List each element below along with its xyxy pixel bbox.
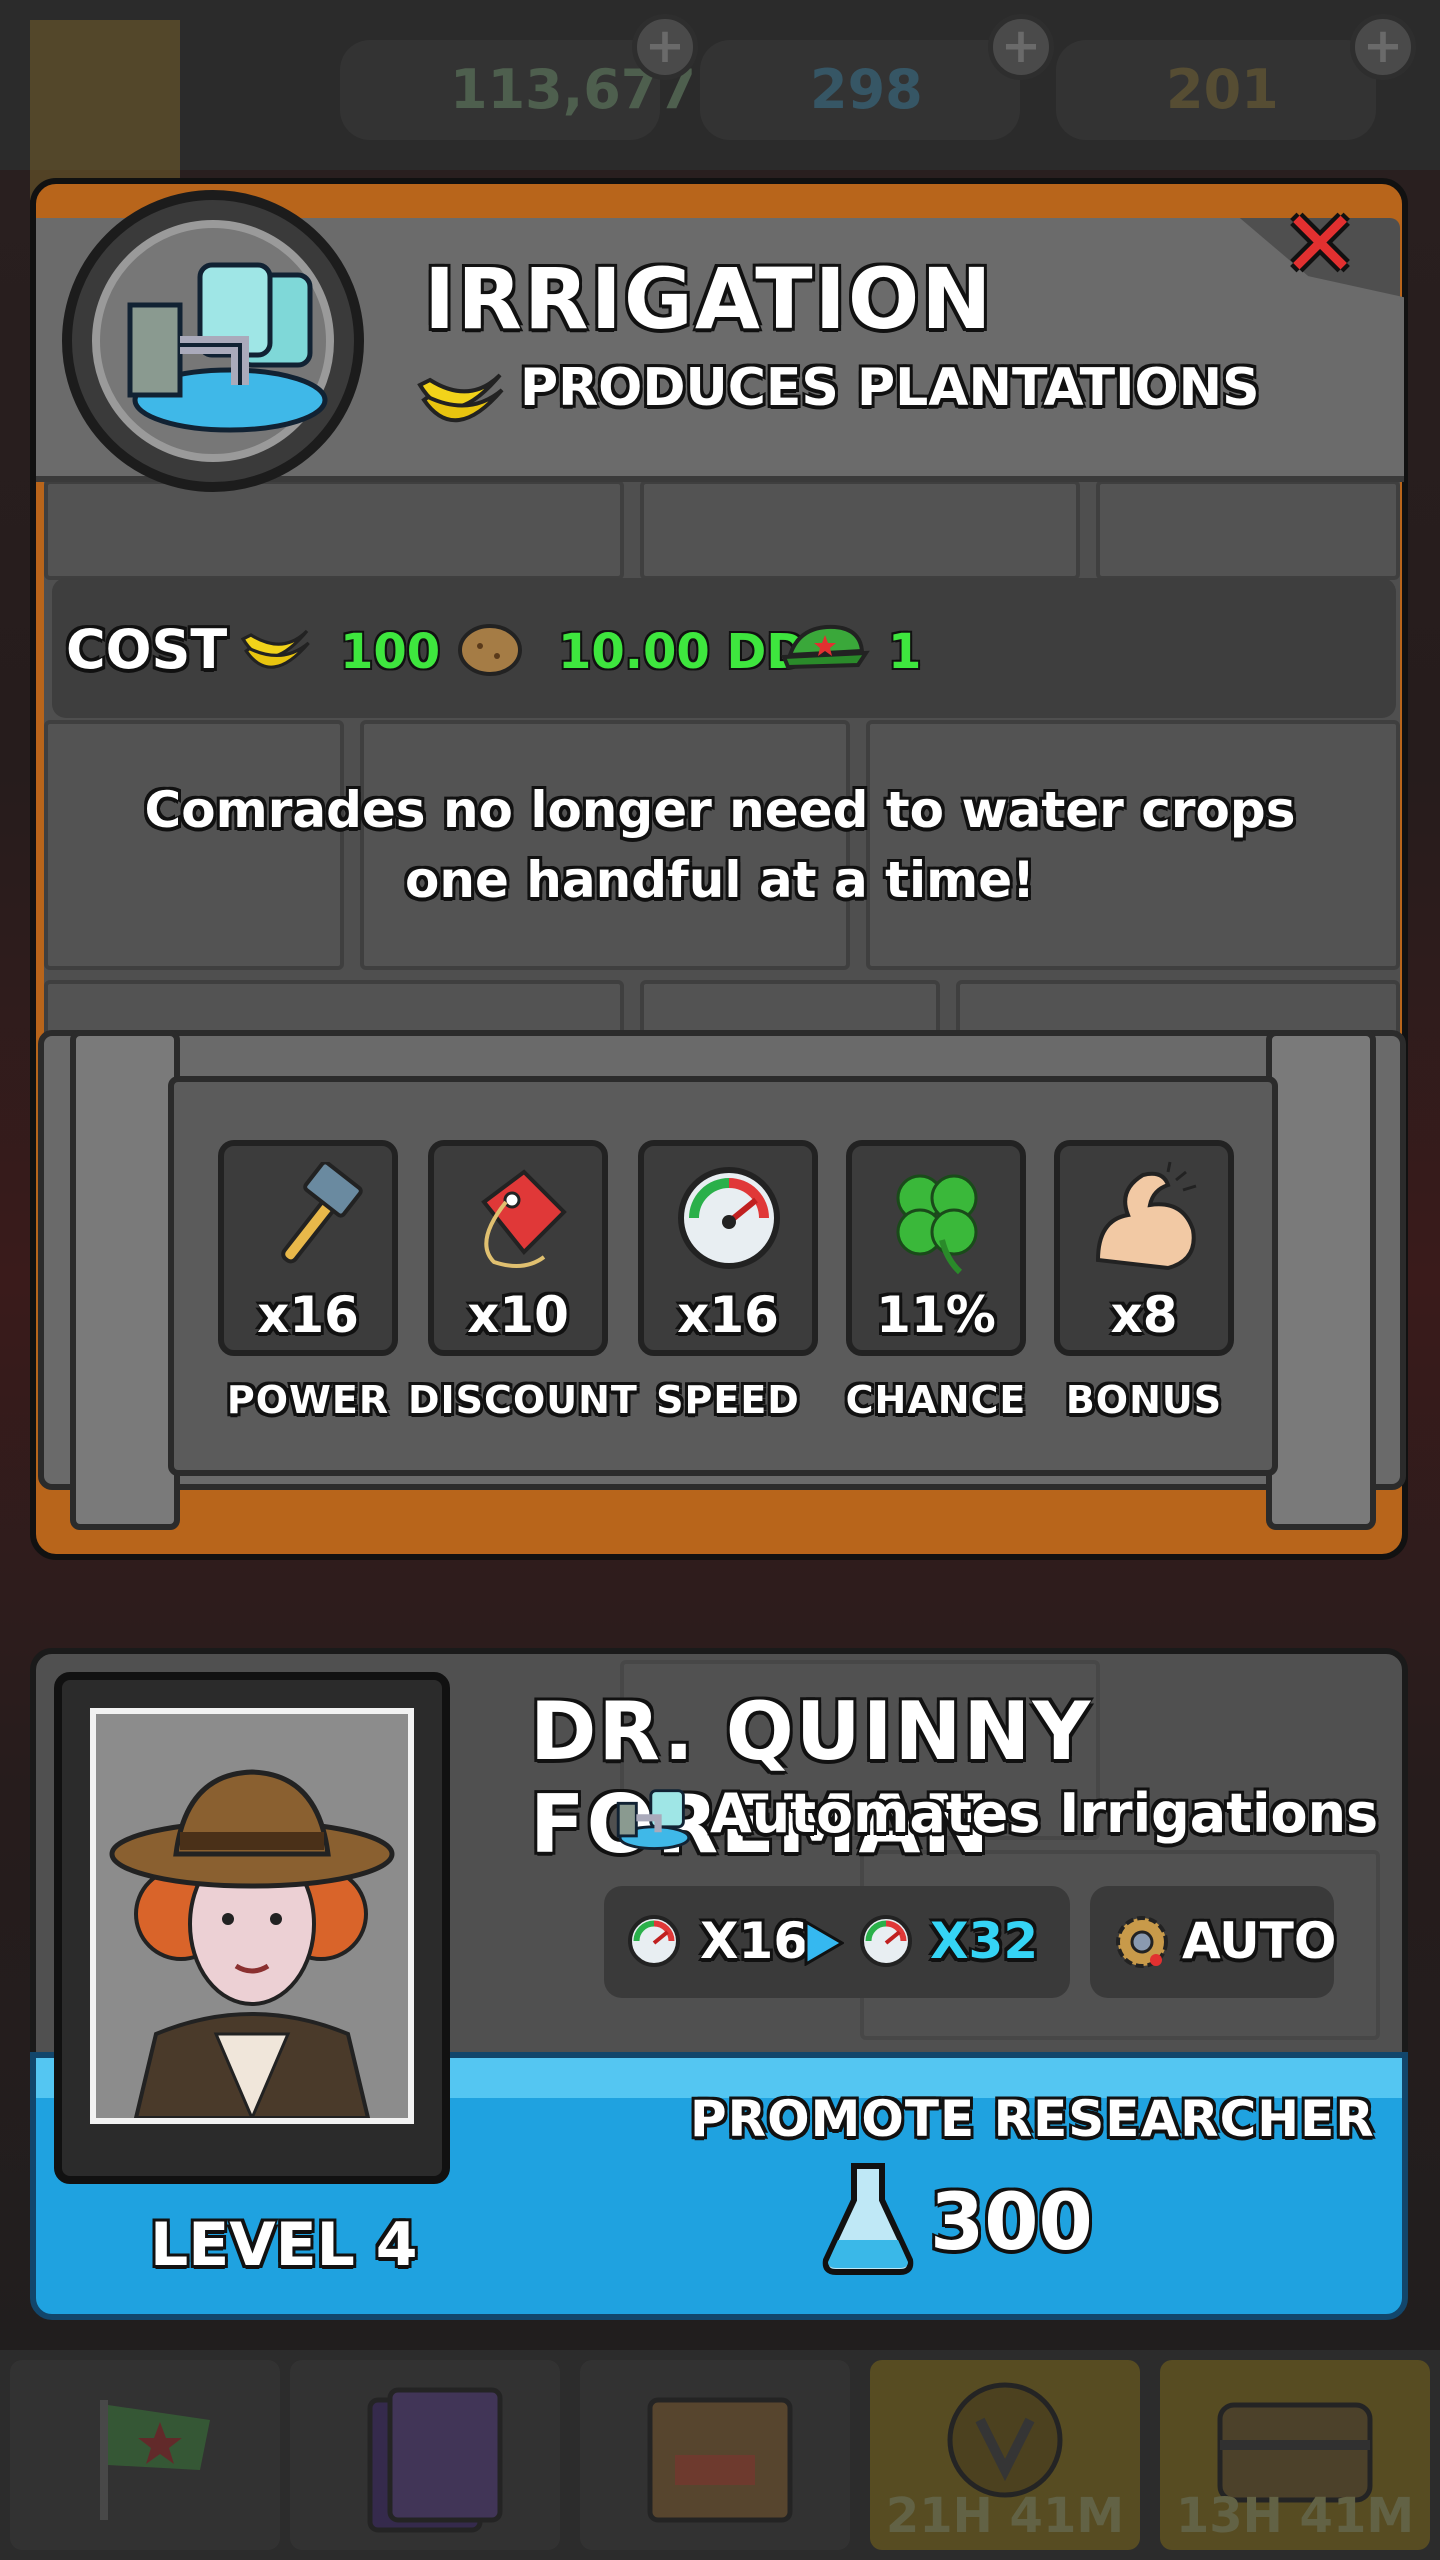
folder-icon: [647, 2397, 793, 2523]
stats-post-left: [70, 1030, 180, 1530]
stat-discount-label: DISCOUNT: [408, 1378, 638, 1422]
stat-chance: 11%: [846, 1140, 1026, 1356]
auto-gear-icon: [1116, 1916, 1168, 1968]
stats-post-right: [1266, 1030, 1376, 1530]
stat-chance-label: CHANCE: [845, 1378, 1027, 1422]
stat-discount: x10: [428, 1140, 608, 1356]
stat-power: x16: [218, 1140, 398, 1356]
researcher-portrait: [90, 1708, 414, 2124]
nav-chest-button[interactable]: 13H 41M: [1160, 2360, 1430, 2550]
promote-cost: 300: [930, 2178, 1093, 2268]
nav-missions-button[interactable]: [10, 2360, 280, 2550]
banana-icon: [240, 629, 310, 669]
upgrade-subtitle: PRODUCES PLANTATIONS: [520, 358, 1260, 418]
wall-brick: [44, 480, 624, 580]
flexed-arm-icon: [1095, 1161, 1197, 1271]
chest-timer: 13H 41M: [1175, 2488, 1415, 2544]
science-value: 298: [810, 58, 923, 121]
researcher-description: Automates Irrigations: [710, 1782, 1379, 1845]
rank-banner: [30, 20, 180, 200]
irrigation-icon: [127, 262, 328, 433]
nav-event-button[interactable]: 21H 41M: [870, 2360, 1140, 2550]
arrow-right-icon: [804, 1920, 844, 1966]
stat-bonus-label: BONUS: [1065, 1378, 1223, 1422]
gold-value: 201: [1166, 58, 1279, 121]
stat-power-value: x16: [257, 1286, 359, 1344]
event-timer: 21H 41M: [885, 2488, 1125, 2544]
speed-upgrade-pill: X16 X32: [604, 1886, 1070, 1998]
gold-pill: 201: [1056, 40, 1376, 140]
speed-next: X32: [930, 1912, 1039, 1970]
speedometer-icon: [860, 1915, 912, 1967]
upgrade-title: IRRIGATION: [424, 250, 994, 348]
close-button[interactable]: ✕: [1280, 199, 1360, 291]
irrigation-icon: [616, 1789, 691, 1851]
nav-folder-button[interactable]: [580, 2360, 850, 2550]
auto-pill: AUTO: [1090, 1886, 1337, 1998]
stat-bonus: x8: [1054, 1140, 1234, 1356]
stat-bonus-value: x8: [1110, 1286, 1178, 1344]
speed-current: X16: [700, 1912, 809, 1970]
add-science-button[interactable]: +: [988, 14, 1054, 80]
promote-label: PROMOTE RESEARCHER: [690, 2090, 1375, 2148]
comrade-cap-icon: [781, 624, 870, 670]
add-gold-button[interactable]: +: [1350, 14, 1416, 80]
cost-label: COST: [66, 618, 228, 681]
stat-speed-label: SPEED: [656, 1378, 800, 1422]
science-pill: 298: [700, 40, 1020, 140]
science-flask-icon: [822, 2163, 914, 2275]
stat-chance-value: 11%: [876, 1286, 996, 1344]
cost-potato-value: 10.00 DD: [558, 624, 807, 680]
cash-pill: 113,677: [340, 40, 696, 140]
cost-comrade-value: 1: [888, 624, 922, 680]
potato-icon: [458, 624, 522, 676]
cost-banana-value: 100: [340, 624, 441, 680]
auto-label: AUTO: [1182, 1912, 1337, 1970]
clover-icon: [896, 1174, 978, 1275]
add-cash-button[interactable]: +: [632, 14, 698, 80]
upgrade-description: Comrades no longer need to water crops o…: [144, 781, 1296, 909]
wall-brick: [640, 480, 1080, 580]
cards-icon: [367, 2387, 503, 2533]
researcher-level: LEVEL 4: [150, 2210, 418, 2280]
researcher-avatar: [96, 1714, 408, 2122]
speedometer-icon: [628, 1915, 680, 1967]
stat-discount-value: x10: [467, 1286, 569, 1344]
banana-icon: [417, 373, 504, 423]
stat-speed: x16: [638, 1140, 818, 1356]
stat-power-label: POWER: [226, 1378, 390, 1422]
stat-speed-value: x16: [677, 1286, 779, 1344]
nav-cards-button[interactable]: [290, 2360, 560, 2550]
hammer-icon: [281, 1162, 363, 1264]
speedometer-icon: [678, 1167, 780, 1269]
price-tag-icon: [481, 1169, 567, 1268]
wall-brick: [1096, 480, 1400, 580]
flag-icon: [100, 2400, 210, 2520]
